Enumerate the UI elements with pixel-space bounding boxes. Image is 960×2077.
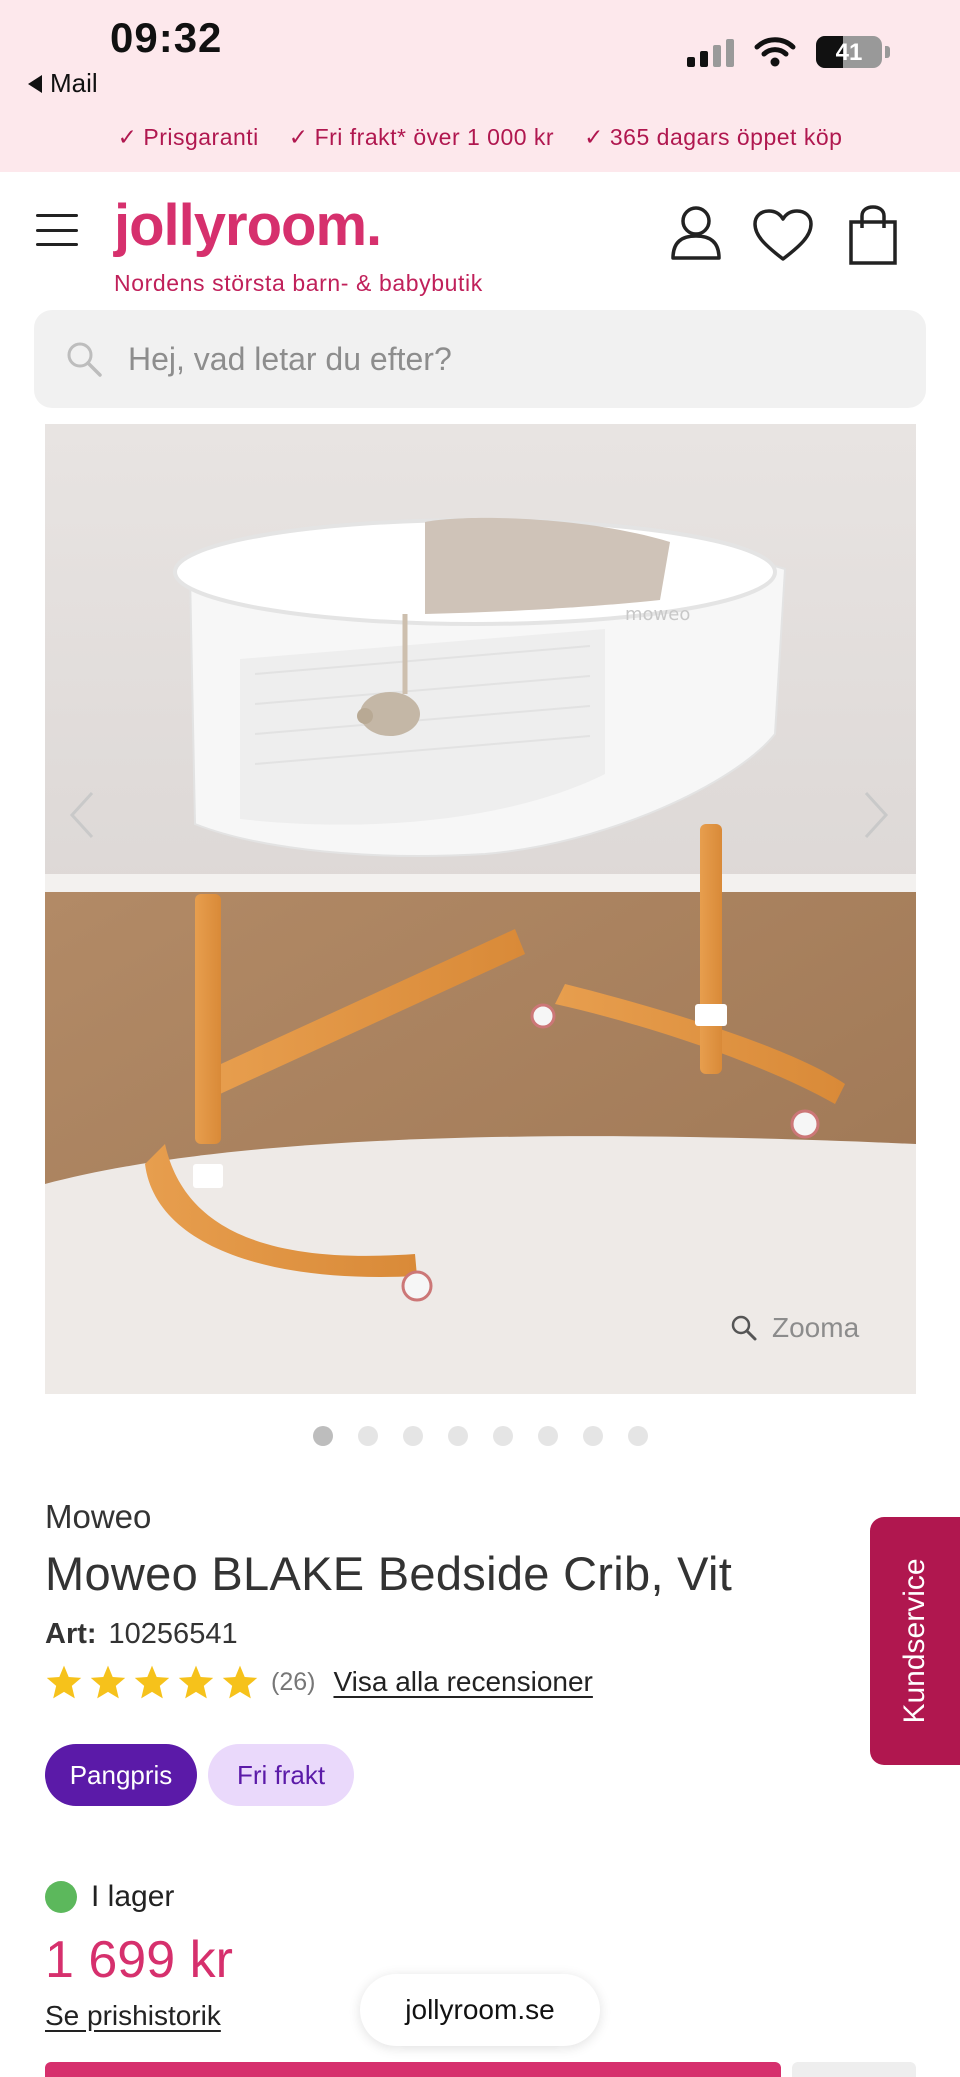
product-brand[interactable]: Moweo — [45, 1498, 151, 1536]
pagination-dot[interactable] — [447, 1426, 468, 1446]
product-image[interactable]: moweo — [45, 424, 916, 1394]
pagination-dot[interactable] — [312, 1426, 333, 1446]
back-arrow-icon — [28, 74, 42, 93]
review-count: (26) — [271, 1667, 316, 1696]
search-input[interactable] — [128, 340, 888, 378]
check-icon: ✓ — [288, 124, 309, 150]
rating-stars — [45, 1664, 259, 1700]
article-number: Art: 10256541 — [45, 1618, 238, 1651]
prev-image-arrow-icon[interactable] — [68, 790, 96, 840]
star-icon — [46, 1665, 82, 1699]
promo-strip: ✓ Prisgaranti ✓ Fri frakt* över 1 000 kr… — [0, 124, 960, 151]
zoom-button[interactable]: Zooma — [730, 1312, 859, 1344]
price-history-link[interactable]: Se prishistorik — [45, 2000, 221, 2032]
product-price: 1 699 kr — [45, 1931, 233, 1989]
pagination-dot[interactable] — [627, 1426, 648, 1446]
star-icon — [134, 1665, 170, 1699]
back-to-mail-button[interactable]: Mail — [28, 68, 98, 99]
star-icon — [222, 1665, 258, 1699]
logo[interactable]: jollyroom. — [114, 192, 382, 259]
cellular-signal-icon — [687, 37, 734, 67]
in-stock-dot-icon — [45, 1881, 77, 1913]
pagination-dot[interactable] — [402, 1426, 423, 1446]
article-label: Art: — [45, 1618, 97, 1650]
system-status-icons: 41 — [687, 36, 890, 68]
add-to-cart-button[interactable] — [45, 2062, 781, 2077]
stock-label: I lager — [91, 1880, 175, 1913]
check-icon: ✓ — [584, 124, 604, 150]
product-photo: moweo — [45, 424, 916, 1394]
wifi-icon — [754, 37, 796, 67]
stock-status: I lager — [45, 1880, 174, 1914]
star-icon — [178, 1665, 214, 1699]
check-icon: ✓ — [117, 124, 138, 150]
battery-icon: 41 — [816, 36, 882, 68]
promo-open-purchase: ✓ 365 dagars öppet köp — [584, 124, 843, 150]
browser-url-pill[interactable]: jollyroom.se — [360, 1974, 600, 2046]
search-icon — [67, 342, 102, 377]
product-rating: (26) Visa alla recensioner — [45, 1664, 593, 1700]
kundservice-tab[interactable]: Kundservice — [870, 1517, 960, 1765]
battery-percent: 41 — [835, 39, 863, 66]
tagline: Nordens största barn- & babybutik — [114, 270, 483, 296]
promo-free-shipping: ✓ Fri frakt* över 1 000 kr — [288, 124, 555, 150]
menu-icon[interactable] — [36, 214, 78, 246]
promo-price-guarantee: ✓ Prisgaranti — [117, 124, 259, 150]
back-label: Mail — [50, 68, 98, 98]
search-bar[interactable] — [34, 310, 926, 408]
all-reviews-link[interactable]: Visa alla recensioner — [333, 1666, 592, 1698]
heart-icon[interactable] — [752, 208, 814, 262]
pagination-dot[interactable] — [357, 1426, 378, 1446]
magnifier-icon — [731, 1315, 757, 1341]
status-time: 09:32 — [110, 14, 223, 61]
pagination-dot[interactable] — [492, 1426, 513, 1446]
badge-pangpris: Pangpris — [45, 1744, 197, 1806]
next-image-arrow-icon[interactable] — [862, 790, 890, 840]
article-value: 10256541 — [108, 1618, 238, 1650]
star-icon — [90, 1665, 126, 1699]
secondary-action-button[interactable] — [792, 2062, 916, 2077]
svg-text:moweo: moweo — [625, 604, 690, 625]
badge-fri-frakt: Fri frakt — [208, 1744, 354, 1806]
shopping-bag-icon[interactable] — [848, 204, 898, 266]
zoom-label: Zooma — [772, 1312, 860, 1343]
user-icon[interactable] — [670, 204, 722, 260]
pagination-dot[interactable] — [582, 1426, 603, 1446]
kundservice-label: Kundservice — [898, 1558, 931, 1724]
image-pagination — [0, 1426, 960, 1446]
pagination-dot[interactable] — [537, 1426, 558, 1446]
product-title: Moweo BLAKE Bedside Crib, Vit — [45, 1547, 733, 1600]
